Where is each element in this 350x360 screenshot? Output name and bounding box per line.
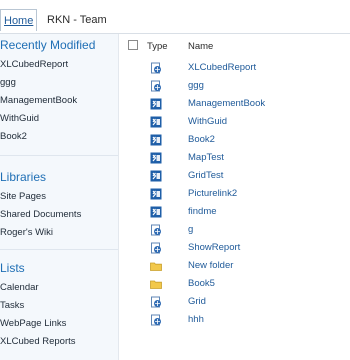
quick-launch-sidebar: Recently Modified XLCubedReport ggg Mana… — [0, 34, 119, 360]
excel-icon — [150, 97, 162, 110]
nav-item-ggg[interactable]: ggg — [0, 77, 16, 88]
nav-heading-lists[interactable]: Lists — [0, 261, 25, 275]
excel-icon — [150, 187, 162, 200]
excel-icon — [150, 169, 162, 182]
tab-home[interactable]: Home — [0, 9, 38, 31]
excel-icon — [150, 205, 162, 218]
list-item-name[interactable]: MapTest — [188, 152, 224, 163]
nav-item-book2[interactable]: Book2 — [0, 131, 27, 142]
nav-heading-libraries[interactable]: Libraries — [0, 170, 46, 184]
list-item-name[interactable]: ManagementBook — [188, 98, 265, 109]
column-header-type[interactable]: Type — [147, 41, 168, 52]
select-all-checkbox[interactable] — [128, 40, 138, 50]
nav-heading-recently-modified[interactable]: Recently Modified — [0, 38, 95, 52]
list-item-name[interactable]: ggg — [188, 80, 204, 91]
web-page-icon — [150, 61, 162, 74]
excel-icon — [150, 133, 162, 146]
nav-item-xlcubed-reports[interactable]: XLCubed Reports — [0, 336, 76, 347]
list-item-name[interactable]: GridTest — [188, 170, 223, 181]
folder-icon — [150, 259, 162, 271]
top-navigation-bar: Home RKN - Team — [0, 0, 350, 34]
nav-item-site-pages[interactable]: Site Pages — [0, 191, 46, 202]
web-page-icon — [150, 313, 162, 326]
web-page-icon — [150, 295, 162, 308]
nav-item-xlcubedreport[interactable]: XLCubedReport — [0, 59, 68, 70]
folder-icon — [150, 277, 162, 289]
list-item-name[interactable]: WithGuid — [188, 116, 227, 127]
list-item-name[interactable]: Book5 — [188, 278, 215, 289]
list-item-name[interactable]: Picturelink2 — [188, 188, 237, 199]
list-item-name[interactable]: Grid — [188, 296, 206, 307]
list-item-name[interactable]: ShowReport — [188, 242, 240, 253]
nav-item-webpage-links[interactable]: WebPage Links — [0, 318, 66, 329]
column-header-name[interactable]: Name — [188, 41, 213, 52]
web-page-icon — [150, 241, 162, 254]
nav-item-tasks[interactable]: Tasks — [0, 300, 24, 311]
tab-site[interactable]: RKN - Team — [47, 14, 107, 26]
list-item-name[interactable]: hhh — [188, 314, 204, 325]
nav-item-managementbook[interactable]: ManagementBook — [0, 95, 77, 106]
list-item-name[interactable]: XLCubedReport — [188, 62, 256, 73]
list-item-name[interactable]: New folder — [188, 260, 233, 271]
excel-icon — [150, 115, 162, 128]
excel-icon — [150, 151, 162, 164]
list-item-name[interactable]: g — [188, 224, 193, 235]
nav-separator — [0, 155, 118, 156]
nav-item-rogers-wiki[interactable]: Roger's Wiki — [0, 227, 53, 238]
nav-item-withguid[interactable]: WithGuid — [0, 113, 39, 124]
nav-separator — [0, 249, 118, 250]
web-page-icon — [150, 223, 162, 236]
list-item-name[interactable]: Book2 — [188, 134, 215, 145]
list-item-name[interactable]: findme — [188, 206, 217, 217]
nav-item-shared-documents[interactable]: Shared Documents — [0, 209, 81, 220]
web-page-icon — [150, 79, 162, 92]
nav-item-calendar[interactable]: Calendar — [0, 282, 39, 293]
